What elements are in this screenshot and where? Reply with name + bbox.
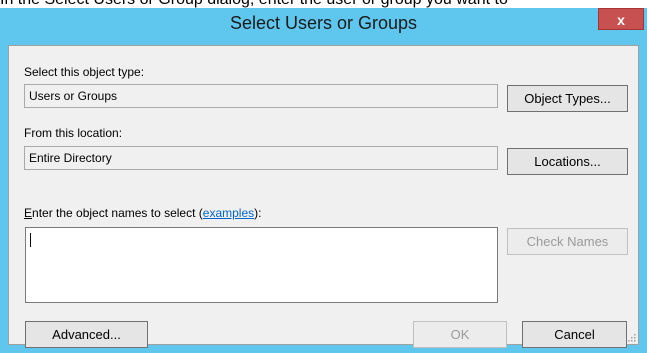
select-users-dialog: Select Users or Groups x Select this obj… (0, 8, 647, 353)
object-types-button[interactable]: Object Types... (507, 85, 628, 112)
cancel-button[interactable]: Cancel (522, 321, 627, 348)
text-caret (30, 233, 31, 247)
object-names-label-mnemonic: E (24, 206, 33, 220)
object-names-label: Enter the object names to select (exampl… (24, 206, 261, 220)
close-icon: x (617, 12, 625, 28)
advanced-button[interactable]: Advanced... (25, 321, 148, 348)
object-names-input[interactable] (25, 227, 498, 303)
object-type-field: Users or Groups (24, 84, 498, 108)
object-names-label-prefix: nter the object names to select ( (32, 206, 203, 220)
ok-button[interactable]: OK (413, 321, 507, 348)
dialog-client-area: Select this object type: Users or Groups… (8, 45, 639, 348)
check-names-button[interactable]: Check Names (507, 228, 628, 255)
object-type-label: Select this object type: (24, 65, 145, 79)
resize-grip-icon[interactable] (626, 332, 636, 342)
locations-button[interactable]: Locations... (507, 148, 628, 175)
examples-link[interactable]: examples (203, 206, 254, 220)
location-label: From this location: (24, 126, 123, 140)
title-bar: Select Users or Groups x (0, 8, 647, 42)
object-names-label-suffix: ): (254, 206, 262, 220)
close-button[interactable]: x (598, 8, 644, 30)
dialog-title: Select Users or Groups (229, 13, 418, 33)
location-field: Entire Directory (24, 146, 498, 170)
